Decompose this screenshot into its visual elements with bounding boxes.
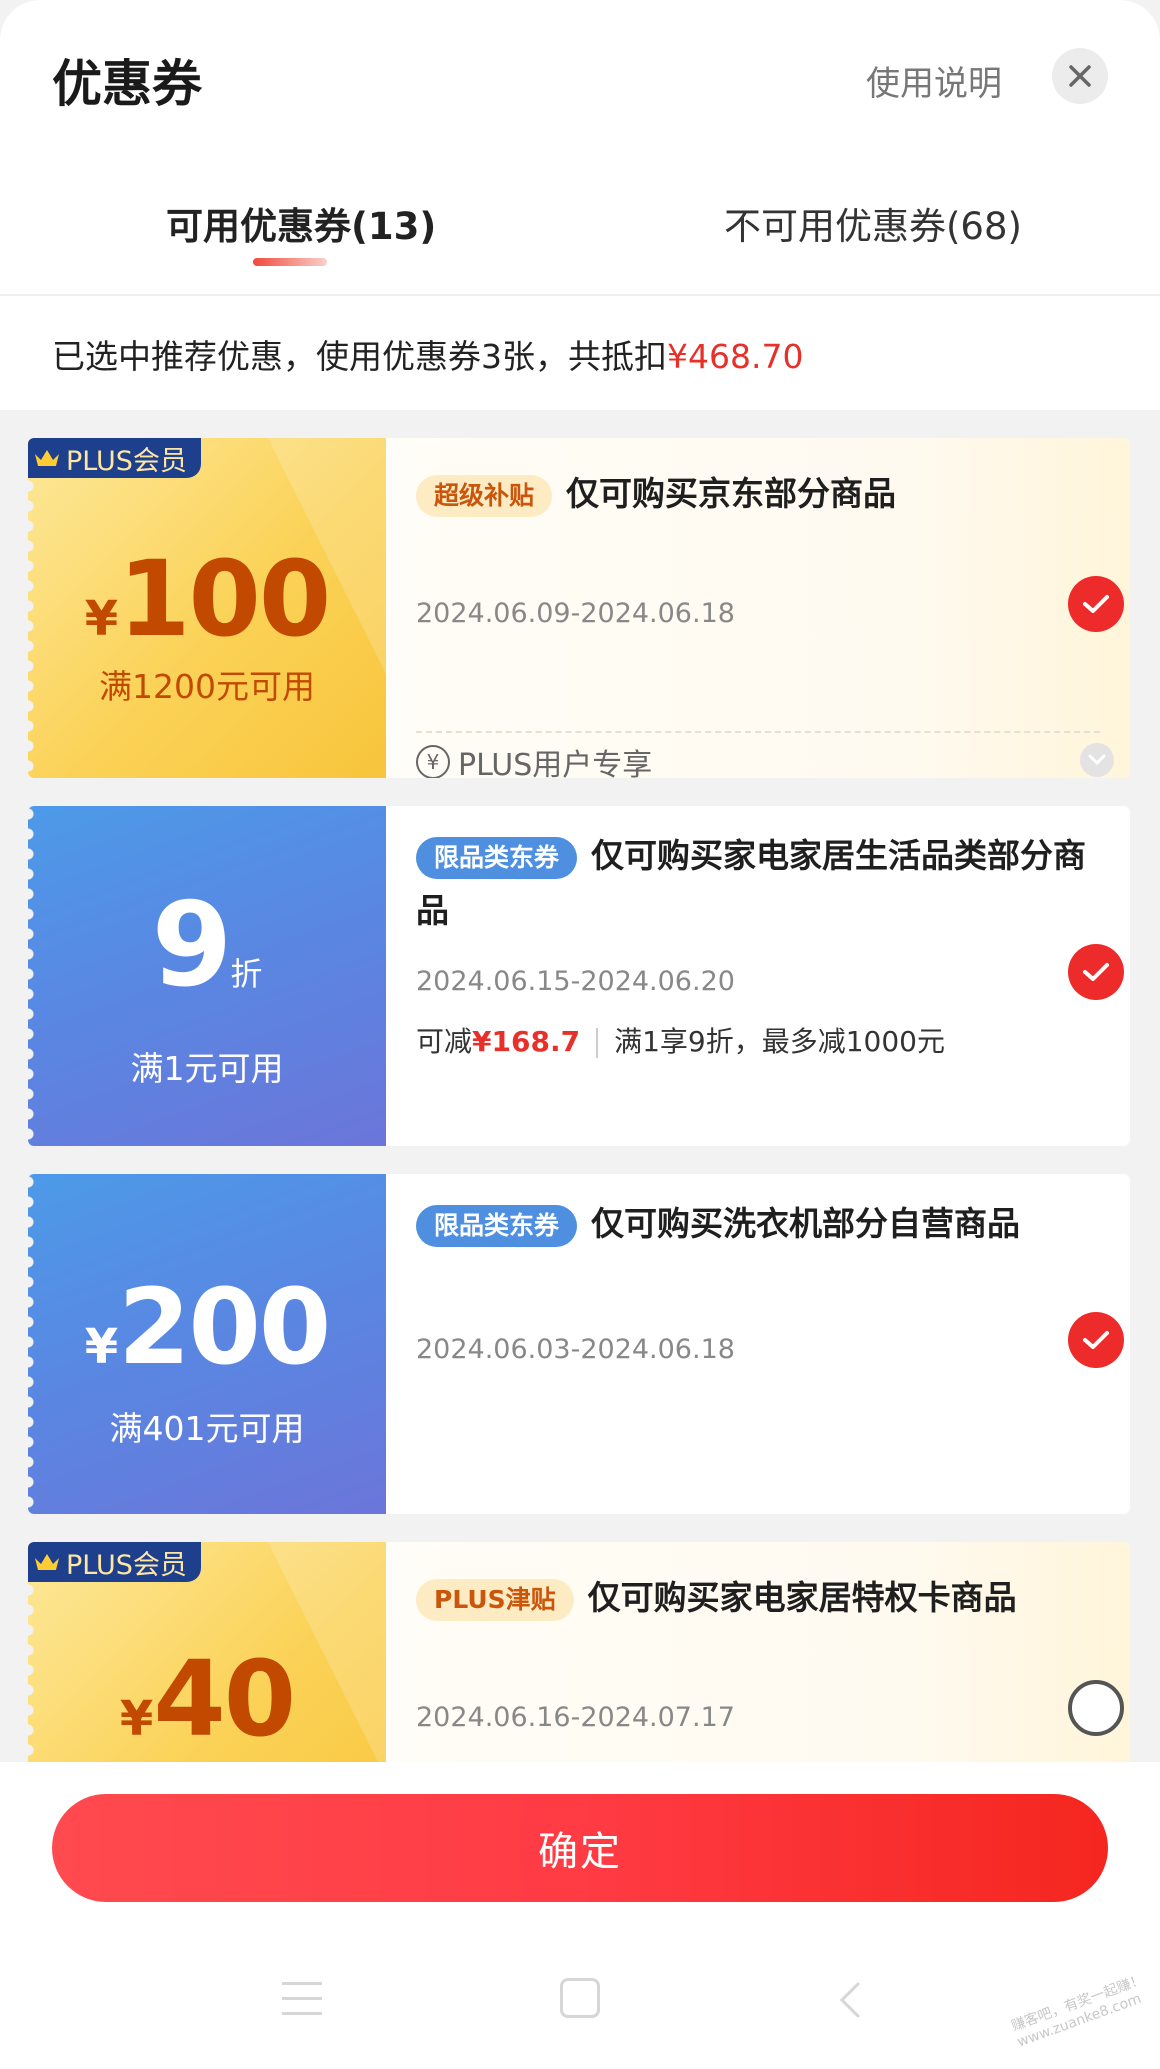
coupon-detail: 限品类东券 仅可购买洗衣机部分自营商品 2024.06.03-2024.06.18 (386, 1174, 1130, 1514)
usage-help-link[interactable]: 使用说明 (866, 56, 1002, 105)
coupon-detail: 限品类东券 仅可购买家电家居生活品类部分商品 2024.06.15-2024.06… (386, 806, 1130, 1146)
coupon-title: PLUS津贴 仅可购买家电家居特权卡商品 (416, 1570, 1096, 1625)
coupon-value: ¥100 (84, 538, 332, 660)
coupon-date: 2024.06.03-2024.06.18 (416, 1334, 735, 1365)
sheet-header: 优惠券 使用说明 可用优惠券(13) 不可用优惠券(68) 已选中推荐优惠，使用… (0, 0, 1160, 410)
divider (0, 294, 1160, 296)
check-icon (1083, 1331, 1109, 1349)
active-tab-indicator (253, 258, 327, 266)
coupon-value: ¥200 (84, 1266, 332, 1388)
close-button[interactable] (1052, 48, 1108, 104)
coupon-value-panel: ¥200 满401元可用 (28, 1174, 386, 1514)
back-icon[interactable] (838, 1980, 862, 2020)
coupon-value: 9折 (151, 878, 263, 1013)
coupon-date: 2024.06.16-2024.07.17 (416, 1702, 735, 1733)
confirm-button[interactable]: 确定 (52, 1794, 1108, 1902)
selection-summary: 已选中推荐优惠，使用优惠券3张，共抵扣¥468.70 (52, 330, 803, 378)
check-icon (1083, 595, 1109, 613)
page-title: 优惠券 (52, 55, 202, 113)
coupon-checkbox[interactable] (1068, 1680, 1124, 1736)
coupon-detail: 超级补贴 仅可购买京东部分商品 2024.06.09-2024.06.18 ¥ P… (386, 438, 1130, 778)
tab-available[interactable]: 可用优惠券(13) (166, 196, 436, 250)
system-nav-bar (0, 1972, 1160, 2052)
coupon-card[interactable]: ¥200 满401元可用 限品类东券 仅可购买洗衣机部分自营商品 2024.06.… (28, 1174, 1130, 1514)
coupon-card[interactable]: PLUS会员 ¥100 满1200元可用 超级补贴 仅可购买京东部分商品 2024… (28, 438, 1130, 778)
close-icon (1069, 65, 1091, 87)
coupon-checkbox[interactable] (1068, 576, 1124, 632)
coupon-discount-info: 可减¥168.7 满1享9折，最多减1000元 (416, 1025, 945, 1058)
coupon-date: 2024.06.09-2024.06.18 (416, 598, 735, 629)
coupon-condition: 满1200元可用 (99, 667, 315, 706)
coupon-checkbox[interactable] (1068, 1312, 1124, 1368)
coupon-value: ¥40 (119, 1638, 296, 1760)
coupon-tag: 限品类东券 (416, 836, 578, 879)
coupon-title: 超级补贴 仅可购买京东部分商品 (416, 466, 1096, 521)
plus-member-badge: PLUS会员 (28, 438, 201, 478)
yen-icon: ¥ (416, 745, 450, 778)
coupon-date: 2024.06.15-2024.06.20 (416, 966, 735, 997)
home-icon[interactable] (560, 1978, 600, 2018)
plus-only-note: ¥ PLUS用户专享 (416, 740, 652, 778)
chevron-down-icon (1088, 754, 1106, 766)
coupon-condition: 满401元可用 (109, 1409, 305, 1448)
coupon-sheet: 优惠券 使用说明 可用优惠券(13) 不可用优惠券(68) 已选中推荐优惠，使用… (0, 0, 1160, 2069)
summary-amount: ¥468.70 (667, 337, 804, 376)
coupon-card[interactable]: 9折 满1元可用 限品类东券 仅可购买家电家居生活品类部分商品 2024.06.1… (28, 806, 1130, 1146)
coupon-tag: PLUS津贴 (416, 1578, 574, 1621)
bottom-bar: 确定 (0, 1762, 1160, 2069)
expand-button[interactable] (1080, 743, 1114, 777)
coupon-title: 限品类东券 仅可购买家电家居生活品类部分商品 (416, 836, 1087, 930)
coupon-condition: 满1元可用 (130, 1049, 284, 1088)
coupon-tag: 限品类东券 (416, 1204, 578, 1247)
coupon-tabs: 可用优惠券(13) 不可用优惠券(68) (0, 196, 1160, 292)
coupon-checkbox[interactable] (1068, 944, 1124, 1000)
dashed-divider (416, 731, 1100, 733)
check-icon (1083, 963, 1109, 981)
crown-icon (35, 1554, 59, 1570)
tab-unavailable[interactable]: 不可用优惠券(68) (724, 196, 1022, 250)
coupon-title: 限品类东券 仅可购买洗衣机部分自营商品 (416, 1196, 1096, 1251)
crown-icon (35, 450, 59, 466)
coupon-value-panel: PLUS会员 ¥100 满1200元可用 (28, 438, 388, 778)
plus-member-badge: PLUS会员 (28, 1542, 201, 1582)
coupon-tag: 超级补贴 (416, 474, 553, 517)
summary-text: 已选中推荐优惠，使用优惠券3张，共抵扣 (52, 337, 667, 376)
menu-icon[interactable] (282, 1982, 322, 2027)
coupon-value-panel: 9折 满1元可用 (28, 806, 386, 1146)
